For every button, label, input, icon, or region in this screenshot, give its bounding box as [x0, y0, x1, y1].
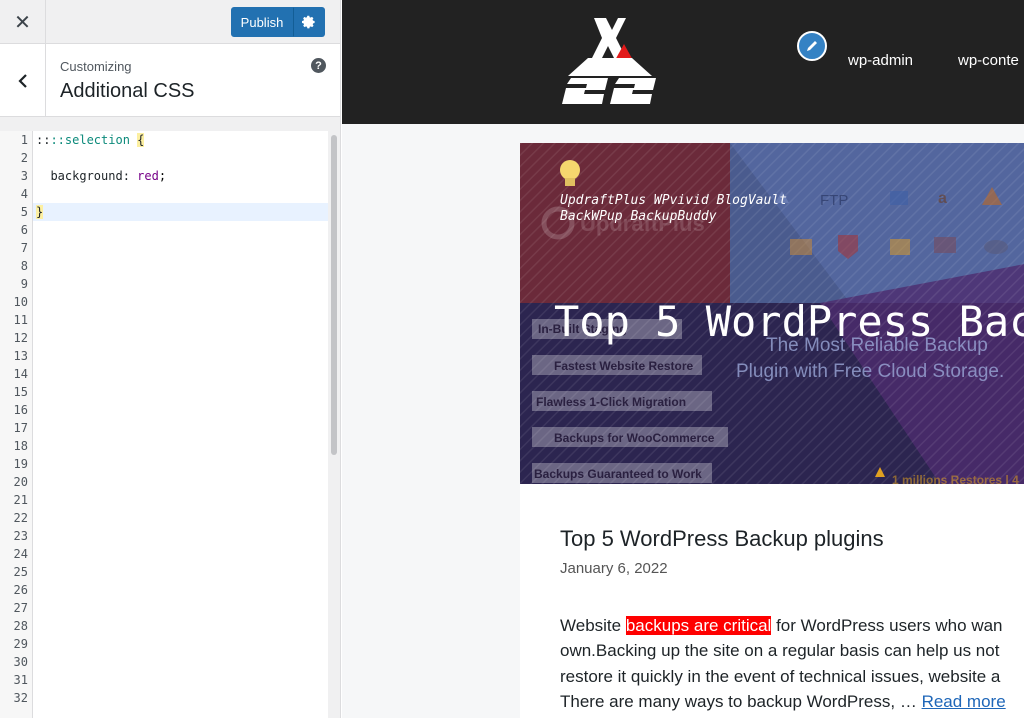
svg-text:a: a [938, 190, 947, 207]
site-logo[interactable] [558, 14, 662, 108]
close-customizer-button[interactable]: ✕ [0, 0, 46, 44]
code-line-1[interactable]: ::::selection { [33, 131, 328, 149]
tagline-line-2: Plugin with Free Cloud Storage. [736, 361, 1004, 382]
code-area[interactable]: ::::selection { background: red; } [33, 131, 328, 718]
line-number: 15 [13, 385, 28, 399]
section-title-bar: Customizing Additional CSS ? [0, 44, 340, 117]
line-number: 23 [13, 529, 28, 543]
customizer-root: ✕ Publish Customizing Additional CSS ? 1… [0, 0, 1024, 718]
line-number: 19 [13, 457, 28, 471]
line-number: 4 [20, 187, 28, 201]
feature-item: Flawless 1-Click Migration [536, 395, 686, 409]
css-code-editor[interactable]: 1 2 3 4 5 6 7 8 9 10 11 12 13 14 15 16 17 18 19 20 21 22 23 24 2… [0, 131, 340, 718]
excerpt-line-3: restore it quickly in the event of techn… [560, 666, 1001, 686]
post-title[interactable]: Top 5 WordPress Backup plugins [560, 526, 884, 552]
help-icon[interactable]: ? [311, 58, 326, 73]
line-number: 29 [13, 637, 28, 651]
excerpt-line-4: There are many ways to backup WordPress,… [560, 689, 1024, 714]
line-number: 2 [20, 151, 28, 165]
pencil-icon [807, 41, 817, 51]
excerpt-text: Website [560, 616, 626, 635]
footer-note: 1 millions Restores | 4 [892, 473, 1019, 484]
publish-settings-button[interactable] [293, 7, 325, 37]
customizer-sidebar: ✕ Publish Customizing Additional CSS ? 1… [0, 0, 341, 718]
line-number: 13 [13, 349, 28, 363]
line-number: 21 [13, 493, 28, 507]
feature-item: Backups for WooCommerce [554, 431, 715, 445]
css-selector: ::selection [50, 133, 130, 147]
line-number: 18 [13, 439, 28, 453]
code-line-3[interactable]: background: red; [33, 167, 328, 185]
plugins-line-2: BackWPup BackupBuddy [560, 209, 717, 224]
line-number: 1 [20, 133, 28, 147]
line-number: 10 [13, 295, 28, 309]
code-line-5[interactable]: } [33, 203, 328, 221]
semicolon: ; [158, 169, 167, 183]
line-number: 14 [13, 367, 28, 381]
excerpt-line-2: own.Backing up the site on a regular bas… [560, 641, 1000, 661]
line-number: 17 [13, 421, 28, 435]
edit-shortcut-button[interactable] [797, 31, 827, 61]
post-date: January 6, 2022 [560, 560, 668, 577]
line-number: 5 [20, 205, 28, 219]
feature-item: Fastest Website Restore [554, 359, 693, 373]
line-number: 28 [13, 619, 28, 633]
post-excerpt: Website backups are critical for WordPre… [560, 613, 1024, 714]
publish-button-group: Publish [231, 7, 325, 37]
nav-item-wp-admin[interactable]: wp-admin [848, 52, 913, 69]
excerpt-text: There are many ways to backup WordPress,… [560, 691, 922, 711]
line-number: 30 [13, 655, 28, 669]
feature-item: Backups Guaranteed to Work [534, 467, 702, 481]
line-number: 22 [13, 511, 28, 525]
open-brace: { [137, 133, 145, 147]
line-number-gutter: 1 2 3 4 5 6 7 8 9 10 11 12 13 14 15 16 17 18 19 20 21 22 23 24 2… [0, 131, 33, 718]
ftp-icon-label: FTP [820, 192, 848, 209]
close-brace: } [36, 205, 44, 219]
line-number: 32 [13, 691, 28, 705]
line-number: 25 [13, 565, 28, 579]
featured-headline: Top 5 WordPress Bac [554, 297, 1024, 346]
excerpt-line-1: Website backups are critical for WordPre… [560, 613, 1024, 638]
editor-scrollbar[interactable] [328, 131, 340, 718]
line-number: 11 [13, 313, 28, 327]
editor-scroll-thumb[interactable] [331, 135, 337, 455]
excerpt-text: for WordPress users who wan [771, 616, 1003, 635]
css-property: background: [50, 169, 130, 183]
nav-item-wp-content[interactable]: wp-conte [958, 52, 1019, 69]
section-title: Additional CSS [60, 80, 195, 102]
plugins-line-1: UpdraftPlus WPvivid BlogVault [560, 193, 787, 208]
chevron-left-icon [17, 73, 27, 88]
back-button[interactable] [0, 44, 46, 117]
css-value: red [137, 169, 159, 183]
line-number: 27 [13, 601, 28, 615]
code-line-2[interactable] [33, 149, 328, 167]
line-number: 9 [20, 277, 28, 291]
line-number: 16 [13, 403, 28, 417]
customizer-header: ✕ Publish [0, 0, 340, 44]
line-number: 6 [20, 223, 28, 237]
selected-text-highlight: backups are critical [625, 616, 772, 635]
line-number: 3 [20, 169, 28, 183]
line-number: 12 [13, 331, 28, 345]
publish-button[interactable]: Publish [231, 7, 293, 37]
featured-image[interactable]: UpdraftPlus FTP a UpdraftPlus WPvivid Bl… [520, 143, 1024, 484]
line-number: 24 [13, 547, 28, 561]
line-number: 7 [20, 241, 28, 255]
line-number: 8 [20, 259, 28, 273]
line-number: 26 [13, 583, 28, 597]
gear-icon [302, 15, 315, 29]
close-icon: ✕ [14, 11, 31, 34]
line-number: 31 [13, 673, 28, 687]
code-line-4[interactable] [33, 185, 328, 203]
read-more-link[interactable]: Read more [922, 692, 1006, 711]
site-header: wp-admin wp-conte [342, 0, 1024, 124]
customizing-label: Customizing [60, 59, 132, 74]
site-preview[interactable]: wp-admin wp-conte UpdraftPlus FTP a Updr… [342, 0, 1024, 718]
line-number: 20 [13, 475, 28, 489]
post-card: UpdraftPlus FTP a UpdraftPlus WPvivid Bl… [520, 143, 1024, 718]
